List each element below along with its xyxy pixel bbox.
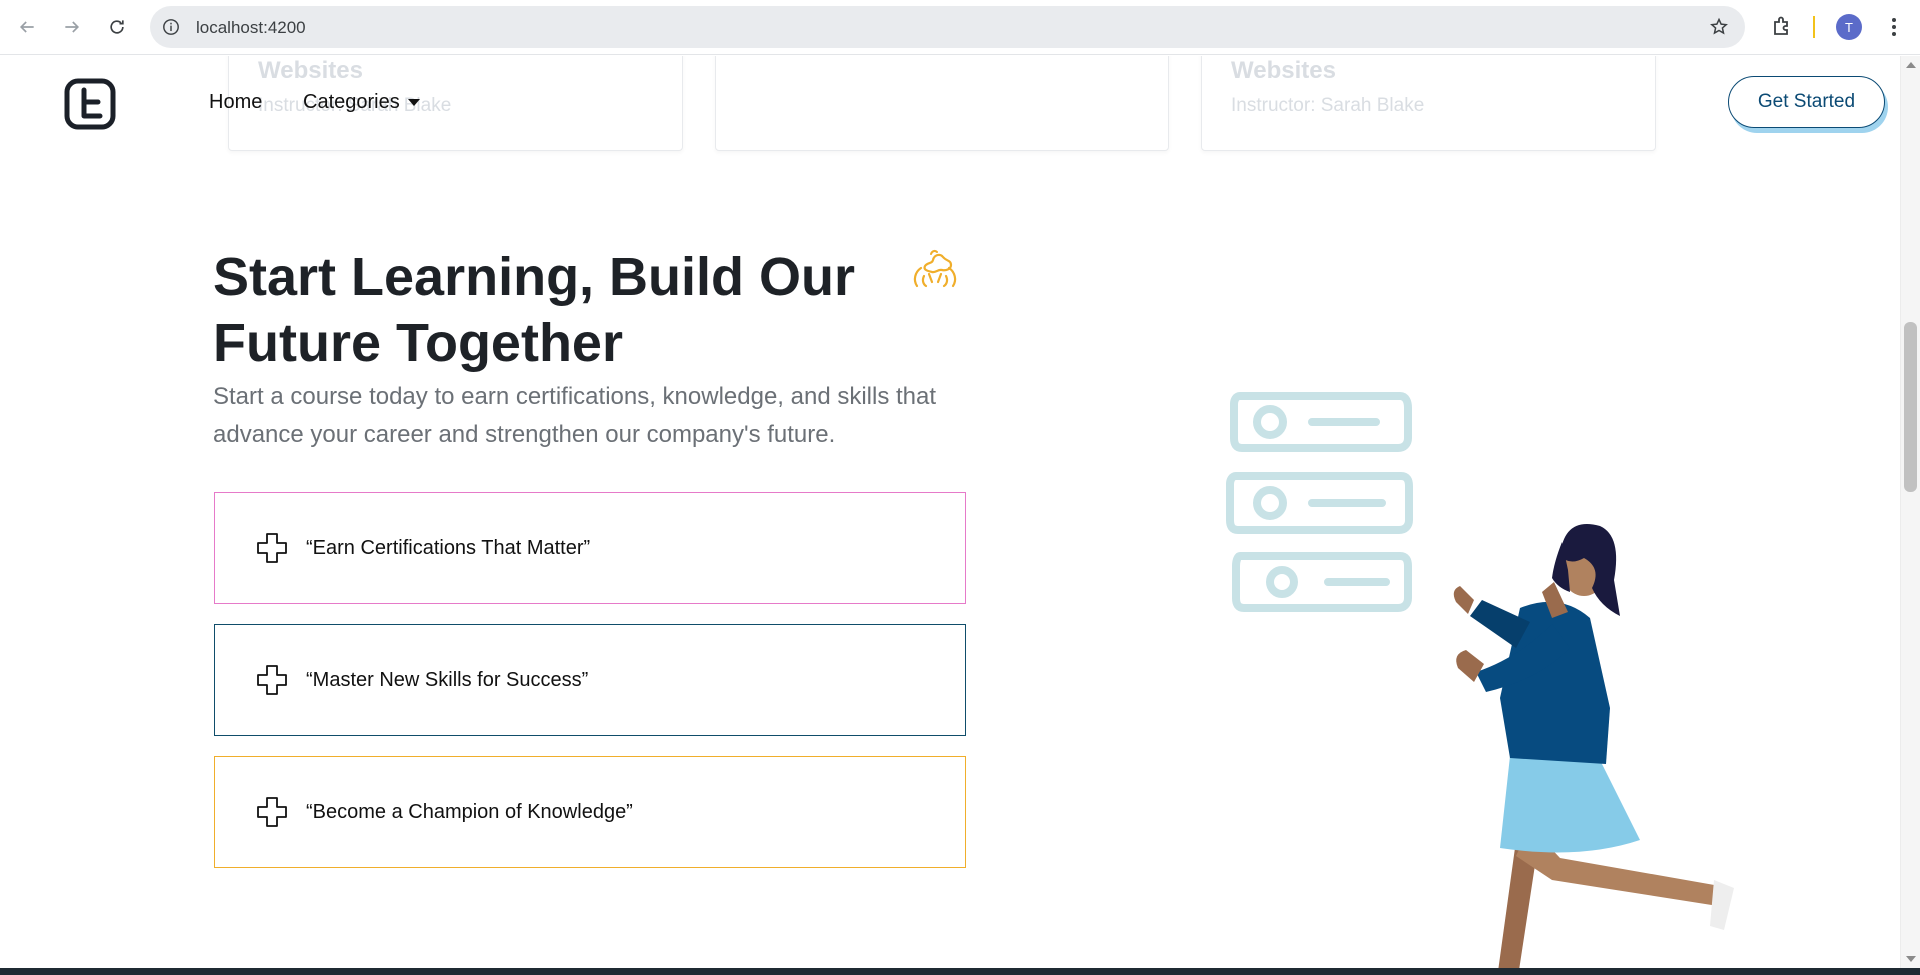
browser-toolbar: localhost:4200 T xyxy=(0,0,1920,55)
hero-title: Start Learning, Build Our Future Togethe… xyxy=(213,247,856,373)
bookmark-star-icon[interactable] xyxy=(1709,17,1729,37)
caret-down-icon xyxy=(407,99,420,106)
kebab-menu-icon[interactable] xyxy=(1882,14,1906,40)
handshake-doodle-icon xyxy=(913,249,957,288)
feature-label: “Master New Skills for Success” xyxy=(306,668,589,691)
nav-categories-label: Categories xyxy=(303,91,400,113)
feature-knowledge[interactable]: “Become a Champion of Knowledge” xyxy=(214,756,966,868)
profile-avatar[interactable]: T xyxy=(1836,14,1862,40)
toolbar-divider xyxy=(1813,16,1815,38)
course-card[interactable]: Websites Instructor: Sarah Blake xyxy=(1201,56,1656,151)
brand-logo-icon[interactable] xyxy=(64,78,116,130)
plus-icon xyxy=(257,533,287,563)
course-card-title: Websites xyxy=(1231,57,1336,84)
extensions-icon[interactable] xyxy=(1770,14,1794,38)
plus-icon xyxy=(257,797,287,827)
get-started-button[interactable]: Get Started xyxy=(1728,76,1885,128)
woman-with-cards-illustration xyxy=(1226,392,1734,968)
forward-arrow-icon[interactable] xyxy=(59,14,85,40)
nav-home-link[interactable]: Home xyxy=(209,91,262,114)
course-card-instructor: Instructor: Sarah Blake xyxy=(1231,95,1425,116)
scroll-down-arrow-icon[interactable] xyxy=(1906,956,1916,962)
feature-label: “Become a Champion of Knowledge” xyxy=(306,800,633,823)
reload-icon[interactable] xyxy=(104,14,130,40)
scroll-up-arrow-icon[interactable] xyxy=(1906,62,1916,68)
nav-categories-dropdown[interactable]: Categories xyxy=(303,91,420,114)
page-viewport: Websites Instructor: Sarah Blake Website… xyxy=(0,56,1900,968)
plus-icon xyxy=(257,665,287,695)
course-card[interactable] xyxy=(715,56,1169,151)
url-text[interactable]: localhost:4200 xyxy=(196,18,306,38)
footer-top-edge xyxy=(0,968,1920,975)
hero-subtitle: Start a course today to earn certificati… xyxy=(213,383,937,448)
feature-label: “Earn Certifications That Matter” xyxy=(306,536,591,559)
scrollbar-thumb[interactable] xyxy=(1904,322,1917,492)
back-arrow-icon[interactable] xyxy=(14,14,40,40)
feature-certifications[interactable]: “Earn Certifications That Matter” xyxy=(214,492,966,604)
info-icon[interactable] xyxy=(162,18,180,36)
address-bar[interactable]: localhost:4200 xyxy=(150,6,1745,48)
course-card[interactable]: Websites Instructor: Sarah Blake xyxy=(228,56,683,151)
feature-skills[interactable]: “Master New Skills for Success” xyxy=(214,624,966,736)
page-scrollbar[interactable] xyxy=(1900,56,1920,968)
course-card-title: Websites xyxy=(258,57,363,84)
